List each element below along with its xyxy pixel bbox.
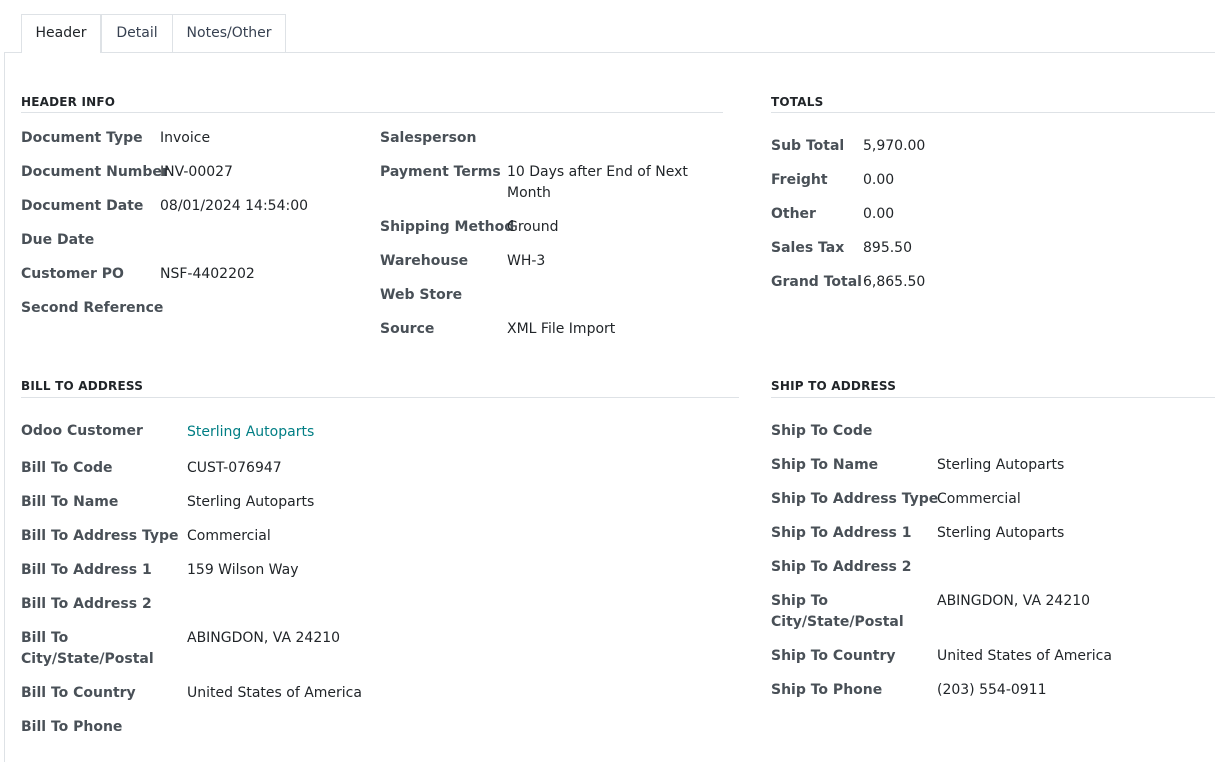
shipping-method-label: Shipping Method [380, 219, 515, 235]
totals-rule [771, 112, 1215, 113]
notebook-tabs: Header Detail Notes/Other [0, 0, 1215, 53]
ship-to-name-label: Ship To Name [771, 457, 879, 473]
shipping-method-value[interactable]: Ground [507, 217, 559, 238]
bill-to-address1-value[interactable]: 159 Wilson Way [187, 560, 298, 581]
bill-to-name-label: Bill To Name [21, 494, 119, 510]
bill-to-address-type-label: Bill To Address Type [21, 528, 179, 544]
ship-to-country-value[interactable]: United States of America [937, 646, 1112, 667]
ship-to-address1-value[interactable]: Sterling Autoparts [937, 523, 1064, 544]
form-left-border [4, 53, 5, 762]
sub-total-value: 5,970.00 [863, 138, 926, 154]
ship-to-title: SHIP TO ADDRESS [771, 379, 897, 393]
ship-to-address1-label: Ship To Address 1 [771, 525, 912, 541]
bill-to-address2-label: Bill To Address 2 [21, 596, 152, 612]
grand-total-label: Grand Total [771, 274, 862, 290]
source-label: Source [380, 321, 435, 337]
tab-detail[interactable]: Detail [101, 14, 173, 52]
bill-to-country-value[interactable]: United States of America [187, 683, 362, 704]
customer-po-label: Customer PO [21, 266, 124, 282]
ship-to-rule [771, 397, 1215, 398]
odoo-customer-link[interactable]: Sterling Autoparts [187, 422, 314, 443]
bill-to-city-value[interactable]: ABINGDON, VA 24210 [187, 628, 340, 649]
bill-to-name-value[interactable]: Sterling Autoparts [187, 492, 314, 513]
bill-to-city-label-line1: Bill To [21, 630, 69, 646]
bill-to-city-label-line2: City/State/Postal [21, 651, 154, 667]
ship-to-city-label-line1: Ship To [771, 593, 829, 609]
sales-tax-label: Sales Tax [771, 240, 845, 256]
document-date-value[interactable]: 08/01/2024 14:54:00 [160, 196, 308, 217]
header-info-title: HEADER INFO [21, 95, 116, 109]
document-type-label: Document Type [21, 130, 143, 146]
document-date-label: Document Date [21, 198, 144, 214]
source-value[interactable]: XML File Import [507, 319, 615, 340]
ship-to-address-type-value[interactable]: Commercial [937, 489, 1021, 510]
payment-terms-label: Payment Terms [380, 164, 501, 180]
ship-to-name-value[interactable]: Sterling Autoparts [937, 455, 1064, 476]
salesperson-label: Salesperson [380, 130, 477, 146]
ship-to-address-type-label: Ship To Address Type [771, 491, 939, 507]
other-label: Other [771, 206, 816, 222]
bill-to-rule [21, 397, 739, 398]
odoo-customer-label: Odoo Customer [21, 423, 143, 439]
other-value: 0.00 [863, 206, 895, 222]
tab-header[interactable]: Header [21, 14, 101, 53]
bill-to-code-label: Bill To Code [21, 460, 113, 476]
tab-notes-other[interactable]: Notes/Other [172, 14, 286, 52]
totals-title: TOTALS [771, 95, 824, 109]
tabs-underline [4, 52, 1215, 53]
sales-tax-value: 895.50 [863, 240, 912, 256]
ship-to-address2-label: Ship To Address 2 [771, 559, 912, 575]
bill-to-title: BILL TO ADDRESS [21, 379, 144, 393]
document-number-label: Document Number [21, 164, 169, 180]
ship-to-phone-value[interactable]: (203) 554-0911 [937, 680, 1047, 701]
ship-to-city-value[interactable]: ABINGDON, VA 24210 [937, 591, 1090, 612]
sub-total-label: Sub Total [771, 138, 845, 154]
due-date-label: Due Date [21, 232, 95, 248]
document-type-value[interactable]: Invoice [160, 128, 210, 149]
bill-to-address-type-value[interactable]: Commercial [187, 526, 271, 547]
freight-label: Freight [771, 172, 828, 188]
ship-to-country-label: Ship To Country [771, 648, 896, 664]
bill-to-code-value[interactable]: CUST-076947 [187, 458, 282, 479]
ship-to-code-label: Ship To Code [771, 423, 873, 439]
ship-to-phone-label: Ship To Phone [771, 682, 883, 698]
bill-to-address1-label: Bill To Address 1 [21, 562, 152, 578]
second-reference-label: Second Reference [21, 300, 164, 316]
grand-total-value: 6,865.50 [863, 274, 926, 290]
bill-to-phone-label: Bill To Phone [21, 719, 123, 735]
header-info-rule [21, 112, 723, 113]
bill-to-country-label: Bill To Country [21, 685, 136, 701]
web-store-label: Web Store [380, 287, 463, 303]
ship-to-city-label-line2: City/State/Postal [771, 614, 904, 630]
warehouse-value[interactable]: WH-3 [507, 251, 545, 272]
payment-terms-value-line1[interactable]: 10 Days after End of Next [507, 162, 688, 183]
warehouse-label: Warehouse [380, 253, 469, 269]
customer-po-value[interactable]: NSF-4402202 [160, 264, 255, 285]
freight-value: 0.00 [863, 172, 895, 188]
document-number-value[interactable]: INV-00027 [160, 162, 233, 183]
payment-terms-value-line2[interactable]: Month [507, 183, 551, 204]
